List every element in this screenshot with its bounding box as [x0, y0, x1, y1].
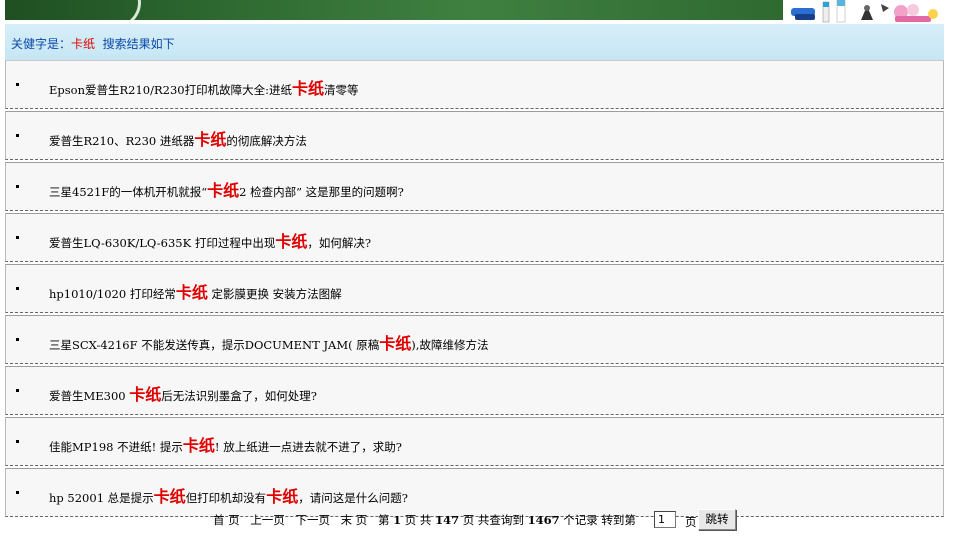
next-page-link[interactable]: 下一页: [295, 512, 330, 528]
highlighted-keyword: 卡纸: [175, 283, 208, 302]
highlighted-keyword: 卡纸: [379, 334, 412, 353]
result-row: hp 52001 总是提示卡纸但打印机却没有卡纸，请问这是什么问题?: [5, 468, 944, 517]
title-text: 爱普生ME300: [49, 389, 130, 403]
result-title-link[interactable]: 三星4521F的一体机开机就报“卡纸2 检查内部” 这是那里的问题啊?: [49, 177, 404, 201]
result-row: 佳能MP198 不进纸! 提示卡纸! 放上纸进一点进去就不进了，求助?: [5, 417, 944, 466]
keyword-prefix: 关健字是：: [11, 37, 72, 51]
title-text: 清零等: [323, 83, 359, 97]
result-title-link[interactable]: 爱普生ME300 卡纸后无法识别墨盒了，如何处理?: [49, 381, 317, 405]
bullet-icon: [16, 83, 19, 86]
result-title-link[interactable]: 佳能MP198 不进纸! 提示卡纸! 放上纸进一点进去就不进了，求助?: [49, 432, 402, 456]
bullet-icon: [16, 287, 19, 290]
bullet-icon: [16, 440, 19, 443]
search-results-list: Epson爱普生R210/R230打印机故障大全:进纸卡纸清零等 爱普生R210、…: [5, 60, 944, 519]
current-page: 1: [393, 513, 402, 527]
title-text: 后无法识别墨盒了，如何处理?: [161, 389, 317, 403]
highlighted-keyword: 卡纸: [275, 232, 308, 251]
title-text: hp1010/1020 打印经常: [49, 287, 176, 301]
header-banner: [5, 0, 783, 20]
jump-page-input[interactable]: [654, 511, 676, 528]
result-title-link[interactable]: 爱普生R210、R230 进纸器卡纸的彻底解决方法: [49, 126, 307, 150]
title-text: 但打印机却没有: [185, 491, 267, 505]
title-text: Epson爱普生R210/R230打印机故障大全:进纸: [49, 83, 292, 97]
result-title-link[interactable]: Epson爱普生R210/R230打印机故障大全:进纸卡纸清零等: [49, 75, 358, 99]
page-prefix: 第: [377, 513, 390, 527]
keyword-summary: 关健字是：卡纸 搜索结果如下: [11, 35, 175, 52]
bullet-icon: [16, 185, 19, 188]
highlighted-keyword: 卡纸: [194, 130, 227, 149]
title-text: 佳能MP198 不进纸! 提示: [49, 440, 183, 454]
highlighted-keyword: 卡纸: [291, 79, 324, 98]
pagination: 首 页 上一页 下一页 末 页 第 1 页 共 147 页 共查询到 1467 …: [213, 512, 636, 528]
search-keyword: 卡纸: [71, 37, 96, 51]
highlighted-keyword: 卡纸: [129, 385, 162, 404]
result-title-link[interactable]: 三星SCX-4216F 不能发送传真，提示DOCUMENT JAM( 原稿卡纸)…: [49, 330, 488, 354]
total-suffix: 页 共查询到: [462, 513, 524, 527]
records-suffix: 个记录 转到第: [563, 513, 636, 527]
title-text: 爱普生LQ-630K/LQ-635K 打印过程中出现: [49, 236, 276, 250]
keyword-suffix: 搜索结果如下: [102, 37, 175, 51]
bullet-icon: [16, 389, 19, 392]
highlighted-keyword: 卡纸: [153, 487, 186, 506]
bullet-icon: [16, 491, 19, 494]
banner-swoosh-decoration: [45, 0, 141, 20]
title-text: 三星SCX-4216F 不能发送传真，提示DOCUMENT JAM( 原稿: [49, 338, 380, 352]
title-text: 三星4521F的一体机开机就报“: [49, 185, 208, 199]
result-title-link[interactable]: hp1010/1020 打印经常卡纸 定影膜更换 安装方法图解: [49, 279, 342, 303]
title-text: ，如何解决?: [307, 236, 372, 250]
result-row: 三星SCX-4216F 不能发送传真，提示DOCUMENT JAM( 原稿卡纸)…: [5, 315, 944, 364]
stationery-products-image: [783, 0, 948, 24]
prev-page-link[interactable]: 上一页: [250, 512, 285, 528]
last-page-link[interactable]: 末 页: [341, 512, 368, 528]
title-text: 的彻底解决方法: [226, 134, 307, 148]
title-text: hp 52001 总是提示: [49, 491, 154, 505]
title-text: 爱普生R210、R230 进纸器: [49, 134, 195, 148]
result-row: 爱普生ME300 卡纸后无法识别墨盒了，如何处理?: [5, 366, 944, 415]
result-row: 三星4521F的一体机开机就报“卡纸2 检查内部” 这是那里的问题啊?: [5, 162, 944, 211]
result-row: Epson爱普生R210/R230打印机故障大全:进纸卡纸清零等: [5, 60, 944, 109]
title-text: 2 检查内部” 这是那里的问题啊?: [239, 185, 404, 199]
result-title-link[interactable]: hp 52001 总是提示卡纸但打印机却没有卡纸，请问这是什么问题?: [49, 483, 408, 507]
result-title-link[interactable]: 爱普生LQ-630K/LQ-635K 打印过程中出现卡纸，如何解决?: [49, 228, 371, 252]
highlighted-keyword: 卡纸: [266, 487, 299, 506]
title-text: 定影膜更换 安装方法图解: [207, 287, 342, 301]
jump-button[interactable]: 跳转: [698, 509, 736, 530]
page-suffix: 页 共: [404, 513, 432, 527]
page-unit-label: 页: [685, 515, 697, 529]
title-text: ),故障维修方法: [411, 338, 489, 352]
highlighted-keyword: 卡纸: [182, 436, 215, 455]
total-pages: 147: [435, 513, 460, 527]
bullet-icon: [16, 134, 19, 137]
first-page-link[interactable]: 首 页: [213, 512, 240, 528]
total-records: 1467: [527, 513, 560, 527]
bullet-icon: [16, 236, 19, 239]
bullet-icon: [16, 338, 19, 341]
result-row: hp1010/1020 打印经常卡纸 定影膜更换 安装方法图解: [5, 264, 944, 313]
stationery-icons: [791, 0, 938, 23]
title-text: ! 放上纸进一点进去就不进了，求助?: [214, 440, 402, 454]
keyword-bar: 关健字是：卡纸 搜索结果如下: [5, 24, 944, 60]
result-row: 爱普生R210、R230 进纸器卡纸的彻底解决方法: [5, 111, 944, 160]
title-text: ，请问这是什么问题?: [298, 491, 408, 505]
result-row: 爱普生LQ-630K/LQ-635K 打印过程中出现卡纸，如何解决?: [5, 213, 944, 262]
highlighted-keyword: 卡纸: [207, 181, 240, 200]
